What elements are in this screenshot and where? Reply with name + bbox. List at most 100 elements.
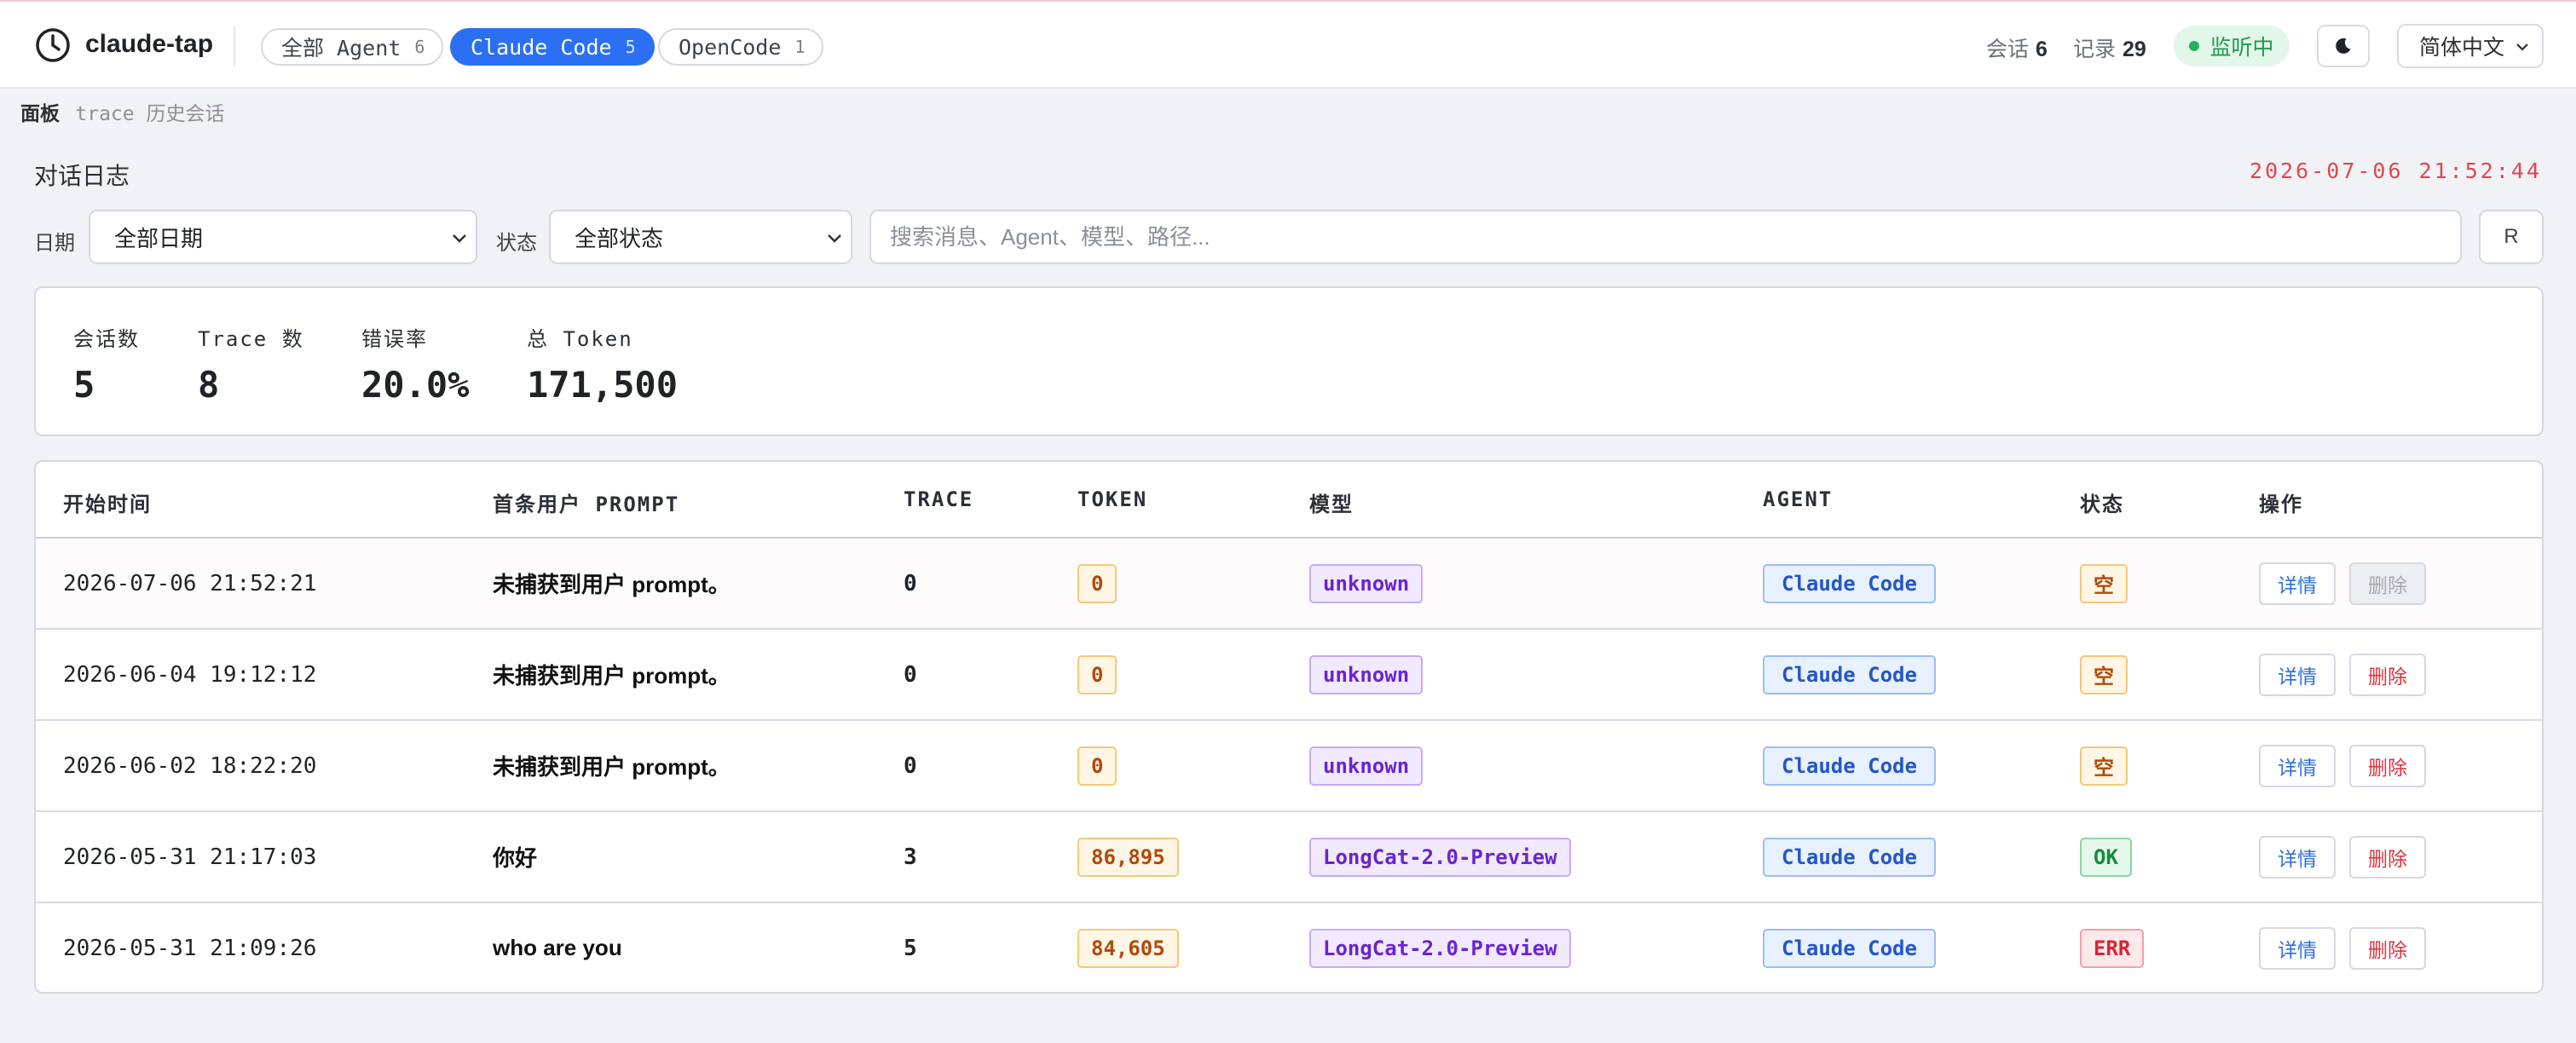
moon-icon (2336, 37, 2351, 54)
tab-label: OpenCode (679, 34, 782, 60)
metric-value: 171,500 (527, 364, 679, 406)
language-value: 简体中文 (2419, 36, 2505, 60)
header-divider (234, 26, 235, 66)
sessions-count: 会话 6 (1986, 37, 2048, 61)
metric-label: 总 Token (527, 327, 633, 351)
current-time: 2026-07-06 21:52:44 (2250, 158, 2542, 183)
language-select[interactable]: 简体中文 (2397, 24, 2544, 68)
table-row: 2026-07-06 21:52:21 未捕获到用户 prompt。 0 0 unkno… (36, 539, 2542, 630)
date-filter-label: 日期 (34, 232, 75, 255)
row-start-time: 2026-06-04 19:12:12 (63, 661, 317, 688)
app-name: claude-tap (85, 30, 214, 58)
table-header: 开始时间 首条用户 PROMPT TRACE TOKEN 模型 AGENT 状态… (36, 462, 2542, 539)
row-trace-count: 3 (904, 844, 917, 870)
col-first-prompt: 首条用户 PROMPT (493, 493, 680, 516)
detail-button[interactable]: 详情 (2259, 926, 2336, 970)
col-agent: AGENT (1763, 487, 1834, 511)
detail-button[interactable]: 详情 (2259, 835, 2336, 879)
status-badge: OK (2080, 837, 2132, 877)
detail-button[interactable]: 详情 (2259, 562, 2336, 605)
delete-button[interactable]: 删除 (2349, 562, 2426, 605)
agent-badge: Claude Code (1763, 837, 1936, 877)
metric-value: 5 (73, 364, 95, 406)
row-trace-count: 0 (904, 570, 917, 596)
search-input[interactable] (869, 210, 2462, 264)
model-badge: unknown (1309, 563, 1424, 603)
metric-label: 错误率 (361, 328, 428, 351)
row-prompt: 未捕获到用户 prompt。 (493, 572, 731, 597)
tab-count: 1 (794, 37, 806, 57)
tab-count: 6 (414, 37, 425, 57)
breadcrumb-path: trace 历史会话 (75, 103, 225, 125)
model-badge: unknown (1309, 746, 1424, 786)
chevron-down-icon (453, 234, 466, 243)
tab-all-agents[interactable]: 全部 Agent 6 (261, 28, 444, 66)
status-badge: ERR (2080, 928, 2145, 968)
row-prompt: who are you (493, 935, 622, 960)
col-start-time: 开始时间 (63, 493, 152, 516)
status-filter-value: 全部状态 (575, 225, 664, 251)
detail-button[interactable]: 详情 (2259, 653, 2336, 696)
theme-toggle-button[interactable] (2317, 25, 2370, 67)
status-badge: 空 (2080, 654, 2128, 694)
chevron-down-icon (828, 234, 841, 243)
metric-traces: Trace 数 8 (198, 322, 304, 406)
agent-badge: Claude Code (1763, 928, 1936, 968)
metric-label: 会话数 (73, 328, 140, 351)
row-trace-count: 0 (904, 752, 917, 779)
agent-badge: Claude Code (1763, 563, 1936, 603)
col-token: TOKEN (1077, 487, 1148, 511)
row-start-time: 2026-07-06 21:52:21 (63, 570, 317, 596)
agent-badge: Claude Code (1763, 746, 1936, 786)
live-status-badge: 监听中 (2174, 26, 2290, 66)
delete-button[interactable]: 删除 (2349, 835, 2426, 879)
chevron-down-icon (2516, 43, 2528, 51)
records-count: 记录 29 (2073, 37, 2146, 61)
breadcrumb-root[interactable]: 面板 (20, 102, 60, 124)
metric-total-token: 总 Token 171,500 (527, 322, 678, 406)
row-start-time: 2026-06-02 18:22:20 (63, 752, 317, 779)
delete-button[interactable]: 删除 (2349, 926, 2426, 970)
agent-badge: Claude Code (1763, 654, 1936, 694)
live-dot-icon (2189, 41, 2200, 51)
model-badge: LongCat-2.0-Preview (1309, 837, 1571, 877)
table-row: 2026-05-31 21:09:26 who are you 5 84,605 Lon… (36, 903, 2542, 992)
model-badge: unknown (1309, 654, 1424, 694)
col-status: 状态 (2080, 493, 2124, 516)
status-badge: 空 (2080, 746, 2128, 786)
clock-logo-icon (36, 28, 70, 62)
metric-error-rate: 错误率 20.0% (361, 322, 469, 406)
live-status-label: 监听中 (2209, 36, 2274, 60)
row-prompt: 未捕获到用户 prompt。 (493, 663, 731, 689)
date-filter-value: 全部日期 (114, 225, 204, 251)
row-start-time: 2026-05-31 21:09:26 (63, 935, 317, 961)
col-actions: 操作 (2259, 493, 2303, 516)
token-badge: 84,605 (1077, 928, 1179, 968)
table-row: 2026-06-02 18:22:20 未捕获到用户 prompt。 0 0 unkno… (36, 721, 2542, 812)
metric-value: 8 (198, 364, 220, 406)
token-badge: 86,895 (1077, 837, 1179, 877)
table-row: 2026-05-31 21:17:03 你好 3 86,895 LongCat-2.0-… (36, 812, 2542, 903)
refresh-button[interactable]: R (2479, 210, 2544, 264)
date-filter-select[interactable]: 全部日期 (89, 210, 477, 264)
delete-button[interactable]: 删除 (2349, 653, 2426, 696)
sessions-table: 开始时间 首条用户 PROMPT TRACE TOKEN 模型 AGENT 状态… (34, 460, 2544, 994)
tab-label: 全部 Agent (281, 36, 401, 61)
status-filter-select[interactable]: 全部状态 (549, 210, 852, 264)
page-title: 对话日志 (34, 163, 130, 189)
table-row: 2026-06-04 19:12:12 未捕获到用户 prompt。 0 0 unkno… (36, 630, 2542, 721)
row-trace-count: 5 (904, 935, 917, 961)
status-filter-label: 状态 (496, 232, 537, 255)
tab-opencode[interactable]: OpenCode 1 (658, 28, 824, 66)
row-start-time: 2026-05-31 21:17:03 (63, 844, 317, 870)
delete-button[interactable]: 删除 (2349, 744, 2426, 787)
token-badge: 0 (1077, 654, 1118, 694)
row-prompt: 你好 (493, 845, 538, 871)
col-model: 模型 (1309, 493, 1354, 516)
breadcrumb: 面板 trace 历史会话 (20, 97, 224, 126)
tab-claude-code[interactable]: Claude Code 5 (450, 28, 655, 66)
metric-value: 20.0% (361, 364, 470, 406)
status-badge: 空 (2080, 563, 2128, 603)
detail-button[interactable]: 详情 (2259, 744, 2336, 787)
metric-label: Trace 数 (198, 327, 304, 351)
